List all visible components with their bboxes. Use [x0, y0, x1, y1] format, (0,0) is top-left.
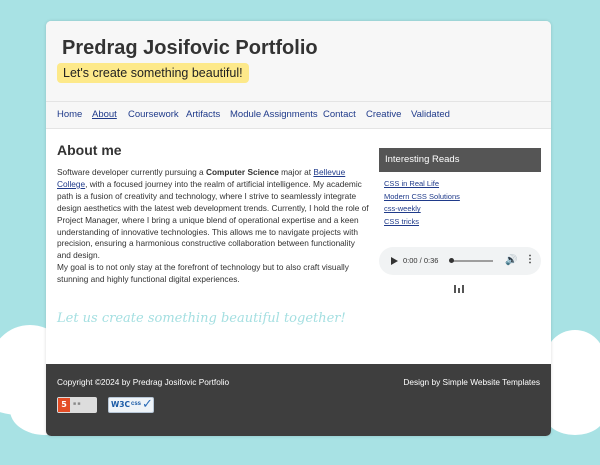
volume-icon[interactable]: 🔊 [505, 255, 517, 266]
major-highlight: Computer Science [205, 167, 279, 177]
html5-validation-badge[interactable]: 5 ■ ■ [57, 397, 97, 413]
intro-text-cont: major at [278, 167, 314, 177]
html5-badge-detail: ■ ■ [73, 401, 81, 407]
css-validation-badge[interactable]: W3C css ✓ [108, 397, 154, 413]
nav-item-validated[interactable]: Validated [411, 109, 450, 120]
link-css-weekly[interactable]: css-weekly [384, 203, 460, 216]
audio-progress-knob[interactable] [449, 258, 454, 263]
audio-time: 0:00 / 0:36 [403, 256, 439, 265]
checkmark-icon: ✓ [142, 397, 153, 412]
nav-item-creative[interactable]: Creative [366, 109, 401, 120]
about-paragraph-1: Software developer currently pursuing a … [57, 167, 370, 262]
nav-item-module-assignments[interactable]: Module Assignments [230, 109, 318, 120]
reading-links: CSS in Real Life Modern CSS Solutions cs… [384, 178, 460, 228]
about-paragraph-2: My goal is to not only stay at the foref… [57, 262, 349, 285]
audio-progress-track[interactable] [451, 260, 493, 262]
site-title: Predrag Josifovic Portfolio [62, 37, 318, 59]
about-text: Software developer currently pursuing a … [57, 167, 370, 286]
w3c-label: W3C [111, 400, 130, 409]
footer-copyright: Copyright ©2024 by Predrag Josifovic Por… [57, 377, 230, 387]
script-tagline: Let us create something beautiful togeth… [57, 311, 346, 326]
main-nav: Home About Coursework Artifacts Module A… [46, 101, 551, 129]
page-container: Predrag Josifovic Portfolio Let's create… [46, 21, 551, 436]
site-footer: Copyright ©2024 by Predrag Josifovic Por… [46, 364, 551, 436]
link-modern-css-solutions[interactable]: Modern CSS Solutions [384, 191, 460, 204]
about-paragraph-1-rest: , with a focused journey into the realm … [57, 178, 369, 261]
nav-item-home[interactable]: Home [57, 109, 82, 120]
more-options-icon[interactable]: ⋮ [525, 254, 535, 265]
link-css-tricks[interactable]: CSS tricks [384, 216, 460, 229]
nav-item-coursework[interactable]: Coursework [128, 109, 179, 120]
site-header: Predrag Josifovic Portfolio Let's create… [46, 21, 551, 101]
play-icon[interactable] [391, 257, 398, 265]
html5-shield-icon: 5 [58, 398, 70, 412]
cloud-decoration-right [545, 395, 600, 435]
sidebar-title: Interesting Reads [379, 148, 541, 172]
nav-item-contact[interactable]: Contact [323, 109, 356, 120]
css-label: css [131, 401, 142, 407]
page-heading: About me [57, 142, 122, 158]
link-css-in-real-life[interactable]: CSS in Real Life [384, 178, 460, 191]
footer-credit: Design by Simple Website Templates [403, 377, 540, 387]
intro-text: Software developer currently pursuing a [57, 167, 206, 177]
site-tagline: Let's create something beautiful! [57, 63, 249, 83]
nav-item-about[interactable]: About [92, 109, 117, 120]
audio-player: 0:00 / 0:36 🔊 ⋮ [379, 247, 541, 275]
nav-item-artifacts[interactable]: Artifacts [186, 109, 220, 120]
